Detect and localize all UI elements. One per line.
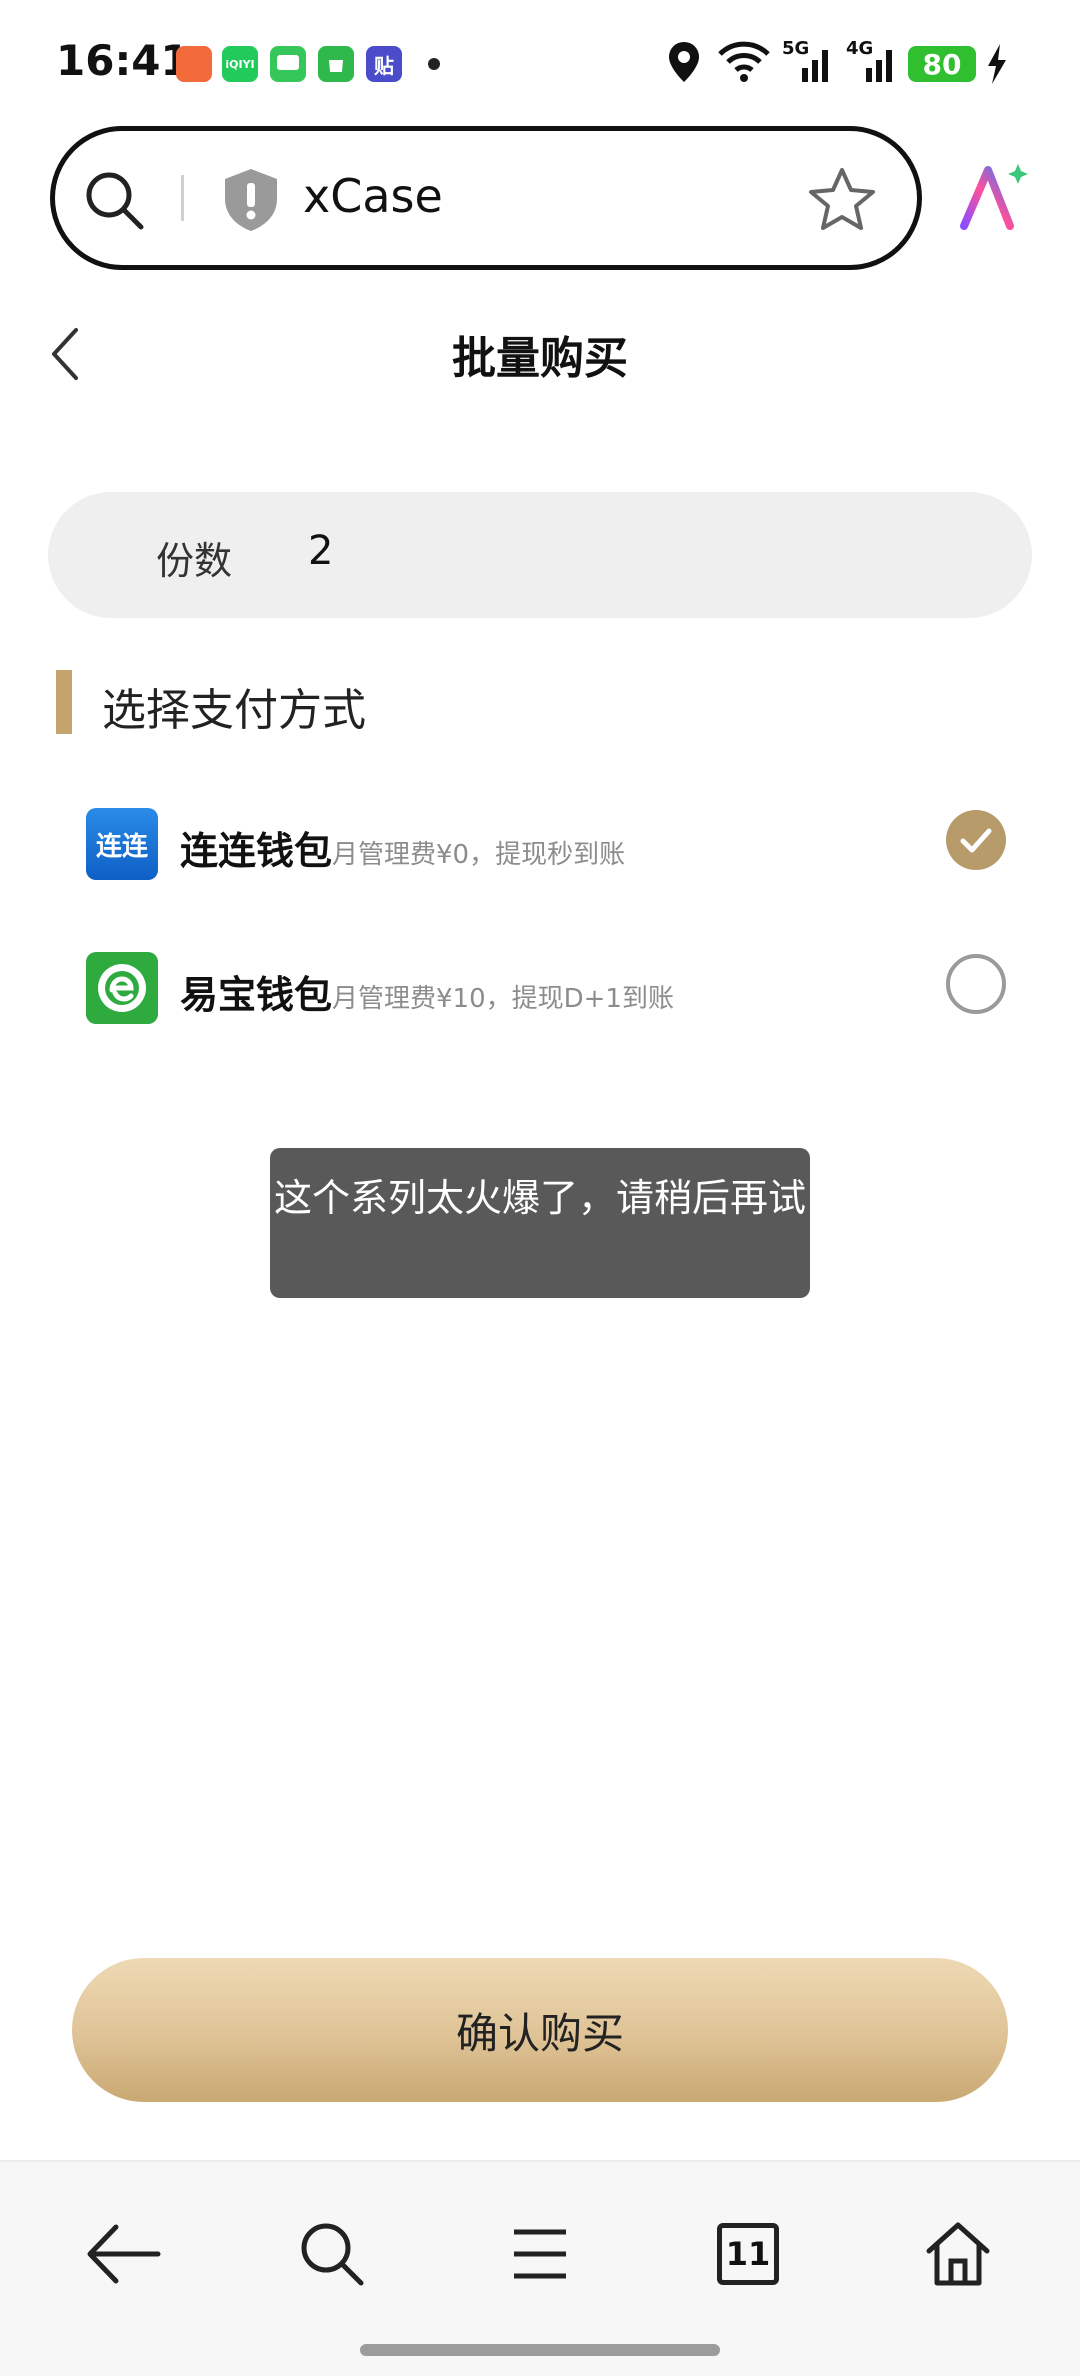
payment-option-yibao[interactable]: 易宝钱包 月管理费¥10，提现D+1到账 — [86, 952, 1006, 1032]
signal-5g-icon — [786, 48, 832, 86]
signal-4g-icon — [850, 48, 896, 86]
status-time: 16:41 — [56, 36, 190, 85]
payment-option-lianlian[interactable]: 连连 连连钱包 月管理费¥0，提现秒到账 — [86, 808, 1006, 888]
bookmark-star-icon[interactable] — [807, 165, 877, 239]
radio-selected[interactable] — [946, 810, 1006, 870]
tieba-app-icon: 贴 — [366, 46, 402, 82]
home-indicator[interactable] — [360, 2344, 720, 2356]
ai-assistant-icon[interactable] — [958, 160, 1030, 240]
toast-message: 这个系列太火爆了，请稍后再试 — [270, 1148, 810, 1298]
lianlian-icon-text: 连连 — [95, 831, 148, 862]
address-divider — [181, 175, 184, 221]
location-icon — [666, 40, 702, 88]
tab-count: 11 — [717, 2223, 779, 2285]
iqiyi-app-icon: iQIYI — [222, 46, 258, 82]
battery-indicator: 80 — [908, 46, 976, 82]
security-shield-icon[interactable] — [221, 167, 281, 237]
wifi-icon — [716, 40, 772, 88]
search-icon[interactable] — [83, 169, 147, 237]
confirm-purchase-button[interactable]: 确认购买 — [72, 1958, 1008, 2102]
quantity-label: 份数 — [156, 539, 233, 583]
nav-tabs-button[interactable]: 11 — [708, 2214, 788, 2294]
page-title: 批量购买 — [452, 333, 628, 384]
payment-name: 连连钱包 — [180, 829, 333, 873]
radio-unselected[interactable] — [946, 954, 1006, 1014]
status-bar: 16:41 iQIYI 贴 5G 4G 80 — [0, 0, 1080, 120]
payment-name: 易宝钱包 — [180, 973, 333, 1017]
game-app-icon — [176, 46, 212, 82]
nav-menu-button[interactable] — [500, 2214, 580, 2294]
nav-search-button[interactable] — [292, 2214, 372, 2294]
quantity-value[interactable]: 2 — [308, 528, 333, 574]
section-title: 选择支付方式 — [102, 685, 366, 736]
yibao-wallet-icon — [86, 952, 158, 1024]
nav-home-button[interactable] — [918, 2214, 998, 2294]
quantity-field[interactable]: 份数 2 — [48, 492, 1032, 618]
charging-icon — [986, 44, 1008, 88]
nav-back-button[interactable] — [84, 2214, 164, 2294]
more-notifications-dot — [428, 58, 440, 70]
store-app-icon — [318, 46, 354, 82]
payment-desc: 月管理费¥0，提现秒到账 — [332, 840, 626, 870]
address-bar[interactable]: xCase — [50, 126, 922, 270]
payment-desc: 月管理费¥10，提现D+1到账 — [332, 984, 674, 1014]
url-text[interactable]: xCase — [303, 169, 443, 223]
lianlian-wallet-icon: 连连 — [86, 808, 158, 880]
message-app-icon — [270, 46, 306, 82]
bottom-navigation-bar: 11 — [0, 2160, 1080, 2376]
section-accent-bar — [56, 670, 72, 734]
